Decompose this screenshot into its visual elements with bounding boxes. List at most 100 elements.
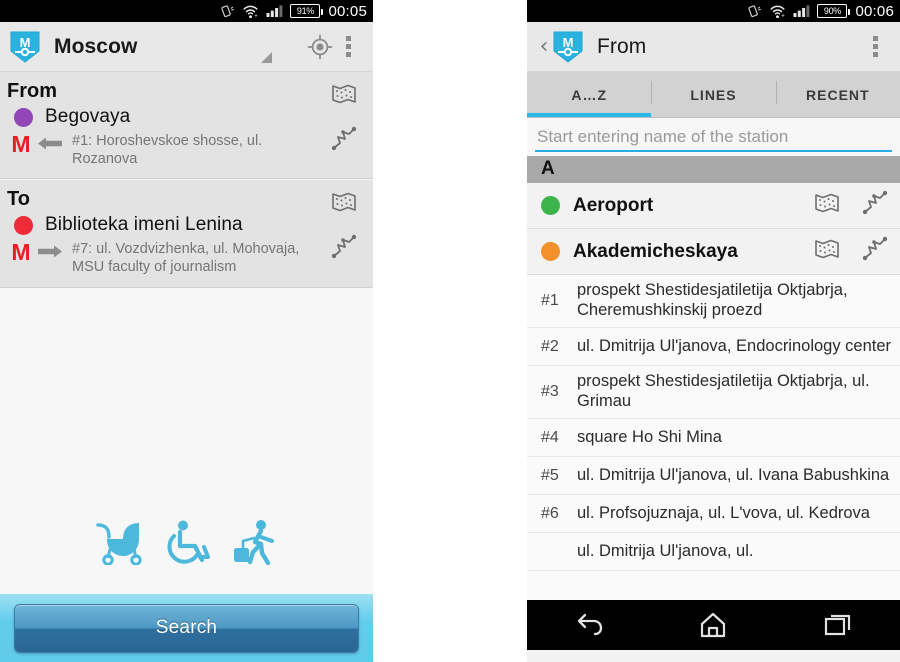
list-item[interactable]: Aeroport: [527, 183, 900, 229]
options-area: [0, 287, 373, 594]
exit-number: #4: [541, 428, 559, 446]
status-clock: 00:05: [328, 2, 367, 20]
search-button[interactable]: Search: [14, 603, 359, 653]
wifi-icon: +: [770, 5, 786, 18]
exit-text: prospekt Shestidesjatiletija Oktjabrja, …: [577, 281, 848, 319]
station-search-container: [527, 118, 900, 156]
dropdown-caret-icon[interactable]: [261, 52, 272, 63]
right-phone-screen: + 90% 00:06 ‹ M From A…Z LINES RECENT St…: [527, 0, 900, 662]
from-station-row[interactable]: Begovaya: [0, 105, 373, 129]
search-input[interactable]: [535, 124, 892, 152]
exit-text: ul. Dmitrija Ul'janova, ul.: [577, 541, 754, 560]
status-clock: 00:06: [855, 2, 894, 20]
folded-map-icon[interactable]: [814, 237, 840, 266]
metro-shield-logo[interactable]: M: [553, 31, 583, 63]
battery-level-label: 91%: [296, 5, 315, 16]
page-title: Moscow: [54, 34, 138, 58]
arrow-left-icon: [38, 137, 62, 150]
list-item[interactable]: #5 ul. Dmitrija Ul'janova, ul. Ivana Bab…: [527, 457, 900, 495]
from-card[interactable]: From Begovaya M #1: Horoshevskoe shosse,…: [0, 72, 373, 180]
wifi-icon: +: [243, 5, 259, 18]
from-exit-text: #1: Horoshevskoe shosse, ul. Rozanova: [72, 133, 263, 167]
vibrate-icon: [748, 5, 762, 18]
left-status-bar: + 91% 00:05: [0, 0, 373, 22]
exit-text: ul. Dmitrija Ul'janova, Endocrinology ce…: [577, 336, 892, 355]
tab-recent[interactable]: RECENT: [775, 72, 900, 117]
line-color-dot: [541, 242, 560, 261]
station-list[interactable]: A Aeroport Akademicheskaya #1 prospekt S…: [527, 156, 900, 600]
svg-text:+: +: [782, 13, 786, 18]
from-station-name: Begovaya: [45, 106, 131, 127]
list-item[interactable]: Akademicheskaya: [527, 229, 900, 275]
list-item[interactable]: #4 square Ho Shi Mina: [527, 419, 900, 457]
svg-text:M: M: [11, 133, 30, 155]
exit-number: #3: [541, 383, 559, 400]
back-icon[interactable]: [549, 612, 629, 638]
folded-map-icon[interactable]: [814, 191, 840, 220]
tab-bar: A…Z LINES RECENT: [527, 72, 900, 118]
to-card-actions: [321, 180, 361, 286]
back-chevron-icon[interactable]: ‹: [537, 35, 551, 58]
route-path-icon[interactable]: [331, 126, 359, 157]
list-item[interactable]: #1 prospekt Shestidesjatiletija Oktjabrj…: [527, 275, 900, 328]
station-name: Akademicheskaya: [573, 240, 738, 262]
metro-m-red-logo: M: [11, 133, 30, 155]
overflow-menu-icon[interactable]: [334, 36, 363, 57]
route-path-icon[interactable]: [862, 236, 890, 267]
tab-a-z[interactable]: A…Z: [527, 72, 652, 117]
signal-icon: [266, 5, 283, 18]
route-path-icon[interactable]: [862, 190, 890, 221]
search-footer: Search: [0, 594, 373, 662]
list-item[interactable]: #2 ul. Dmitrija Ul'janova, Endocrinology…: [527, 328, 900, 366]
luggage-traveler-icon[interactable]: [228, 519, 280, 570]
list-item[interactable]: #6 ul. Profsojuznaja, ul. L'vova, ul. Ke…: [527, 495, 900, 533]
from-label: From: [7, 80, 57, 102]
line-color-dot: [14, 215, 33, 235]
svg-text:M: M: [11, 241, 30, 263]
screenshot-stage: + 91% 00:05 M Moscow From Begovaya M #1:…: [0, 0, 900, 662]
home-icon[interactable]: [673, 611, 753, 639]
exit-number: #6: [541, 504, 559, 522]
metro-m-red-logo: M: [11, 241, 30, 263]
tab-lines[interactable]: LINES: [651, 72, 775, 117]
to-exit-text: #7: ul. Vozdvizhenka, ul. Mohovaja, MSU …: [72, 241, 300, 276]
exit-text: prospekt Shestidesjatiletija Oktjabrja, …: [577, 372, 870, 410]
route-path-icon[interactable]: [331, 234, 359, 265]
exit-text: ul. Profsojuznaja, ul. L'vova, ul. Kedro…: [577, 503, 870, 522]
right-system-navbar: [527, 600, 900, 650]
line-color-dot: [14, 107, 33, 127]
list-item[interactable]: ul. Dmitrija Ul'janova, ul.: [527, 533, 900, 571]
folded-map-icon[interactable]: [331, 82, 357, 111]
signal-icon: [793, 5, 810, 18]
recents-icon[interactable]: [798, 612, 878, 638]
stroller-icon[interactable]: [94, 519, 146, 570]
arrow-right-icon: [38, 245, 62, 258]
to-card[interactable]: To Biblioteka imeni Lenina M #7: ul. Voz…: [0, 179, 373, 288]
list-item[interactable]: #3 prospekt Shestidesjatiletija Oktjabrj…: [527, 366, 900, 419]
left-action-bar: M Moscow: [0, 22, 373, 72]
from-card-actions: [321, 72, 361, 178]
battery-icon: 90%: [817, 4, 851, 18]
right-status-bar: + 90% 00:06: [527, 0, 900, 22]
exit-text: square Ho Shi Mina: [577, 427, 722, 446]
gps-crosshair-icon[interactable]: [306, 33, 334, 61]
station-actions: [814, 229, 890, 274]
svg-text:+: +: [255, 13, 259, 18]
to-station-name: Biblioteka imeni Lenina: [45, 214, 243, 236]
exit-number: #1: [541, 292, 559, 309]
metro-shield-logo: M: [10, 31, 40, 63]
to-exit-row[interactable]: M #7: ul. Vozdvizhenka, ul. Mohovaja, MS…: [0, 237, 373, 276]
left-content: From Begovaya M #1: Horoshevskoe shosse,…: [0, 72, 373, 662]
station-name: Aeroport: [573, 194, 654, 216]
left-phone-screen: + 91% 00:05 M Moscow From Begovaya M #1:…: [0, 0, 373, 662]
wheelchair-icon[interactable]: [164, 519, 210, 570]
overflow-menu-icon[interactable]: [861, 36, 890, 57]
to-station-row[interactable]: Biblioteka imeni Lenina: [0, 213, 373, 237]
folded-map-icon[interactable]: [331, 190, 357, 219]
right-action-bar: ‹ M From: [527, 22, 900, 72]
exit-number: #2: [541, 337, 559, 355]
exit-number: #5: [541, 466, 559, 484]
page-title: From: [597, 34, 647, 58]
section-header-a: A: [527, 156, 900, 183]
from-exit-row[interactable]: M #1: Horoshevskoe shosse, ul. Rozanova: [0, 129, 373, 168]
